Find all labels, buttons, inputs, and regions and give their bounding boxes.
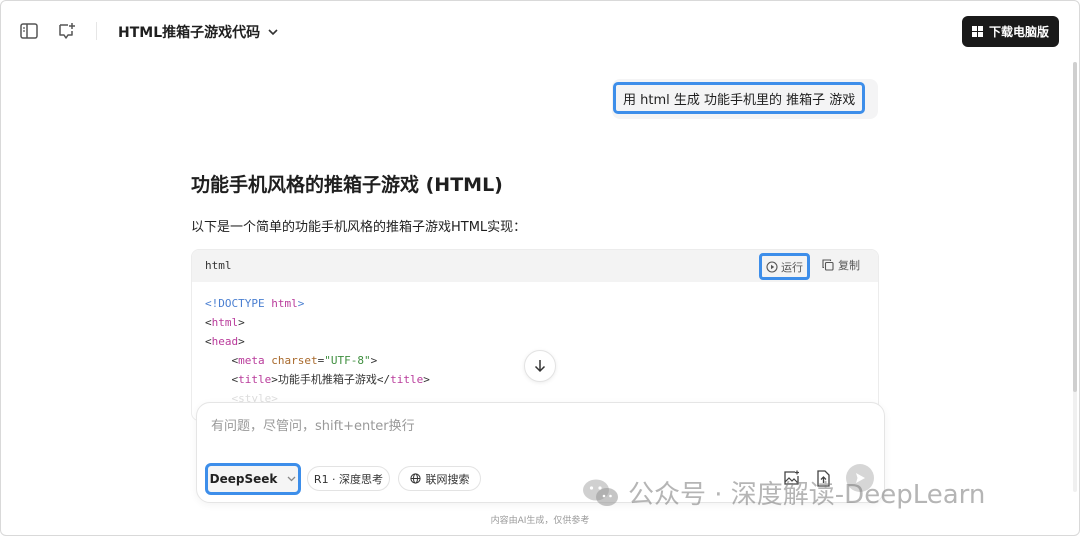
windows-icon xyxy=(971,26,983,37)
web-search-label: 联网搜索 xyxy=(425,472,470,486)
code-token: "UTF-8" xyxy=(324,354,371,367)
play-icon xyxy=(766,260,778,273)
model-selector[interactable]: DeepSeek xyxy=(205,463,301,495)
run-code-button[interactable]: 运行 xyxy=(759,253,810,280)
code-token: < xyxy=(205,316,212,329)
web-search-toggle[interactable]: 联网搜索 xyxy=(398,466,481,491)
code-token: title xyxy=(390,373,424,386)
chevron-down-icon xyxy=(268,28,278,35)
code-token: > xyxy=(370,354,378,367)
copy-icon xyxy=(822,259,834,271)
code-token: </ xyxy=(376,373,391,386)
code-token: 功能手机推箱子游戏 xyxy=(277,373,377,386)
new-chat-icon[interactable] xyxy=(56,20,78,42)
deep-think-toggle[interactable]: R1 · 深度思考 xyxy=(307,466,390,491)
globe-icon xyxy=(409,473,421,484)
watermark: 公众号 · 深度解读-DeepLearn xyxy=(582,474,985,511)
model-label: DeepSeek xyxy=(209,472,278,486)
code-language-label: html xyxy=(205,259,232,272)
code-token: meta xyxy=(238,354,265,367)
watermark-text: 公众号 · 深度解读-DeepLearn xyxy=(628,480,986,510)
header-divider xyxy=(96,22,97,40)
code-token: > xyxy=(238,316,245,329)
code-line: <html> xyxy=(205,313,865,332)
answer-title: 功能手机风格的推箱子游戏 (HTML) xyxy=(191,174,503,196)
conversation-title-text: HTML推箱子游戏代码 xyxy=(118,25,261,41)
scroll-thumb[interactable] xyxy=(1073,62,1077,392)
code-token: < xyxy=(205,335,212,348)
code-token: html xyxy=(271,297,298,310)
chat-input[interactable]: 有问题，尽管问，shift+enter换行 xyxy=(211,415,415,434)
copy-label: 复制 xyxy=(838,259,860,272)
run-label: 运行 xyxy=(781,260,803,274)
answer-intro: 以下是一个简单的功能手机风格的推箱子游戏HTML实现： xyxy=(191,220,527,235)
code-block-header: html 运行 复制 xyxy=(192,250,878,282)
code-token: > xyxy=(271,373,278,386)
code-block: html 运行 复制 <!DOCTYPE html> <html> <head>… xyxy=(191,249,879,421)
chevron-down-icon xyxy=(287,476,296,482)
conversation-title[interactable]: HTML推箱子游戏代码 xyxy=(118,22,278,42)
code-token: html xyxy=(211,316,239,329)
download-desktop-button[interactable]: 下载电脑版 xyxy=(962,16,1059,47)
user-message-text: 用 html 生成 功能手机里的 推箱子 游戏 xyxy=(613,82,866,114)
top-bar: HTML推箱子游戏代码 下载电脑版 xyxy=(0,0,1080,62)
arrow-down-icon xyxy=(534,360,546,373)
code-line: <!DOCTYPE html> xyxy=(205,294,865,313)
scroll-to-bottom-button[interactable] xyxy=(524,350,556,382)
sidebar-toggle-icon[interactable] xyxy=(18,20,40,42)
scrollbar[interactable] xyxy=(1073,62,1077,492)
code-token: > xyxy=(297,297,305,310)
code-token: head xyxy=(211,335,239,348)
code-token: > xyxy=(423,373,430,386)
code-token: <!DOCTYPE xyxy=(205,297,265,310)
code-token: charset xyxy=(271,354,318,367)
code-token: > xyxy=(238,335,245,348)
code-token: title xyxy=(238,373,272,386)
wechat-icon xyxy=(583,479,618,506)
ai-disclaimer: 内容由AI生成，仅供参考 xyxy=(490,516,590,526)
download-label: 下载电脑版 xyxy=(988,25,1049,39)
deep-think-label: R1 · 深度思考 xyxy=(313,472,384,486)
copy-code-button[interactable]: 复制 xyxy=(822,257,860,273)
code-line: <head> xyxy=(205,332,865,351)
